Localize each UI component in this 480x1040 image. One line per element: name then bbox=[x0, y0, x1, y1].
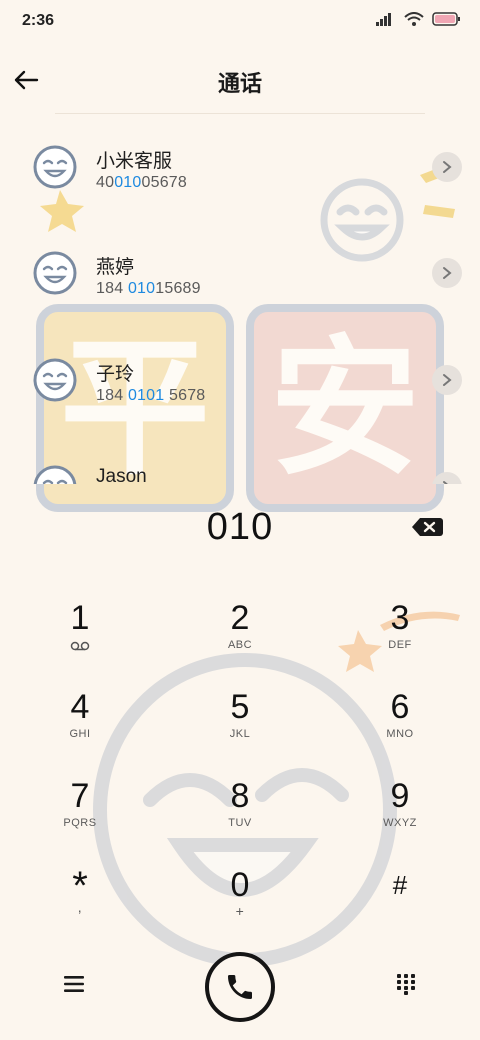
key-9[interactable]: 9 WXYZ bbox=[340, 776, 460, 860]
key-7[interactable]: 7 PQRS bbox=[20, 776, 140, 860]
key-star[interactable]: * , bbox=[20, 865, 140, 949]
call-button[interactable] bbox=[205, 952, 275, 1022]
key-5[interactable]: 5 JKL bbox=[180, 687, 300, 771]
chevron-right-icon bbox=[443, 161, 452, 173]
contact-row[interactable]: 子玲 184 0101 5678 bbox=[0, 337, 480, 437]
status-icons bbox=[376, 12, 460, 26]
key-hash[interactable]: # bbox=[340, 865, 460, 949]
signal-icon bbox=[376, 13, 391, 26]
number-match: 010 bbox=[114, 174, 142, 191]
dialpad-icon bbox=[397, 974, 415, 995]
menu-button[interactable] bbox=[54, 964, 94, 1004]
backspace-icon bbox=[412, 518, 443, 536]
key-2[interactable]: 2 ABC bbox=[180, 598, 300, 682]
voicemail-icon bbox=[70, 641, 90, 651]
smiley-avatar-icon bbox=[33, 251, 77, 295]
contact-name: Jason bbox=[96, 466, 147, 484]
hamburger-menu-icon bbox=[64, 976, 84, 992]
number-match: 0101 bbox=[127, 387, 165, 404]
wifi-icon bbox=[404, 12, 424, 26]
key-4[interactable]: 4 GHI bbox=[20, 687, 140, 771]
header-divider bbox=[55, 113, 425, 114]
chevron-right-icon bbox=[443, 481, 448, 484]
status-time: 2:36 bbox=[22, 12, 55, 29]
key-6[interactable]: 6 MNO bbox=[340, 687, 460, 771]
contact-search-results[interactable]: 小米客服 4001005678 燕婷 184 01015689 子玲 184 0… bbox=[0, 124, 480, 484]
key-8[interactable]: 8 TUV bbox=[180, 776, 300, 860]
smiley-avatar-icon bbox=[33, 145, 77, 189]
chevron-right-icon bbox=[443, 374, 452, 386]
key-0[interactable]: 0 + bbox=[180, 865, 300, 949]
key-3[interactable]: 3 DEF bbox=[340, 598, 460, 682]
contact-row[interactable]: 小米客服 4001005678 bbox=[0, 124, 480, 224]
number-match: 010 bbox=[127, 280, 156, 297]
app-header: 通话 bbox=[0, 52, 480, 112]
contact-number: 184 01015689 bbox=[96, 280, 201, 297]
contact-detail-button[interactable] bbox=[432, 258, 462, 288]
contact-name: 燕婷 bbox=[96, 257, 135, 278]
contact-detail-button[interactable] bbox=[432, 152, 462, 182]
contact-row[interactable]: 燕婷 184 01015689 bbox=[0, 230, 480, 330]
contact-name: 小米客服 bbox=[96, 151, 173, 172]
key-1[interactable]: 1 bbox=[20, 598, 140, 682]
phone-icon bbox=[228, 975, 252, 999]
smiley-avatar-icon bbox=[33, 358, 77, 402]
dialed-number: 010 bbox=[206, 506, 274, 548]
contact-detail-button[interactable] bbox=[432, 472, 462, 484]
smiley-avatar-icon bbox=[33, 465, 77, 484]
contact-number: 184 0101 5678 bbox=[96, 387, 206, 404]
status-bar: 2:36 bbox=[0, 0, 480, 44]
contact-row[interactable]: Jason bbox=[0, 444, 480, 484]
page-title: 通话 bbox=[217, 71, 262, 96]
contact-number: 4001005678 bbox=[96, 174, 187, 191]
contact-detail-button[interactable] bbox=[432, 365, 462, 395]
battery-icon bbox=[432, 12, 460, 26]
dialpad-toggle-button[interactable] bbox=[386, 964, 426, 1004]
contact-name: 子玲 bbox=[96, 364, 135, 385]
delete-button[interactable] bbox=[410, 514, 444, 540]
chevron-right-icon bbox=[443, 267, 452, 279]
